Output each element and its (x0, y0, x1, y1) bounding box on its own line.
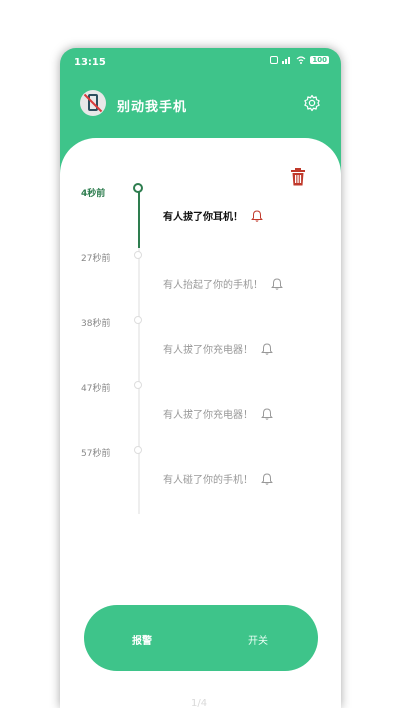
event-item[interactable]: 有人拔了你充电器！ (163, 406, 273, 421)
event-time: 38秒前 (81, 319, 111, 329)
event-item[interactable]: 有人拔了你充电器！ (163, 341, 273, 356)
event-time: 4秒前 (81, 189, 106, 199)
gear-icon[interactable] (303, 94, 321, 112)
status-icons: 100 (270, 56, 329, 64)
timeline-dot (134, 251, 142, 259)
alarm-bell-icon (251, 209, 263, 222)
trash-icon[interactable] (290, 168, 306, 186)
timeline-dot (134, 381, 142, 389)
timeline-dot (134, 316, 142, 324)
event-message: 有人抬起了你的手机！ (163, 280, 263, 291)
app-bar: 别动我手机 (60, 86, 341, 122)
event-message: 有人拔了你充电器！ (163, 345, 253, 356)
wifi-icon (296, 56, 306, 64)
bell-icon (261, 472, 273, 485)
timeline-active-segment (138, 184, 140, 248)
bell-icon (261, 407, 273, 420)
no-phone-icon (80, 90, 106, 116)
event-time: 27秒前 (81, 254, 111, 264)
event-message: 有人拔了你充电器！ (163, 410, 253, 421)
switch-tab[interactable]: 开关 (248, 632, 268, 647)
battery-icon: 100 (310, 56, 329, 64)
status-bar: 13:15 100 (60, 48, 341, 76)
alarm-tab[interactable]: 报警 (132, 632, 152, 647)
bell-icon (271, 277, 283, 290)
event-message: 有人拔了你耳机！ (163, 212, 243, 223)
event-message: 有人碰了你的手机！ (163, 475, 253, 486)
signal-icon (282, 57, 291, 64)
notification-icon (270, 56, 279, 64)
timeline-dot (134, 446, 142, 454)
status-time: 13:15 (74, 57, 106, 68)
bell-icon (261, 342, 273, 355)
event-item[interactable]: 有人碰了你的手机！ (163, 471, 273, 486)
event-item[interactable]: 有人拔了你耳机！ (163, 208, 263, 223)
history-panel: 4秒前 有人拔了你耳机！ 27秒前 有人抬起了你的手机！ 38秒前 有人拔了你充… (60, 138, 341, 708)
event-time: 57秒前 (81, 449, 111, 459)
app-title: 别动我手机 (117, 100, 188, 115)
event-time: 47秒前 (81, 384, 111, 394)
bottom-nav-pill: 报警 开关 (84, 605, 318, 671)
phone-frame: 13:15 100 别动我手机 4秒前 有人拔了你耳机！ 27秒前 有人抬起了你… (60, 48, 341, 708)
event-item[interactable]: 有人抬起了你的手机！ (163, 276, 283, 291)
timeline-dot-active (133, 183, 143, 193)
